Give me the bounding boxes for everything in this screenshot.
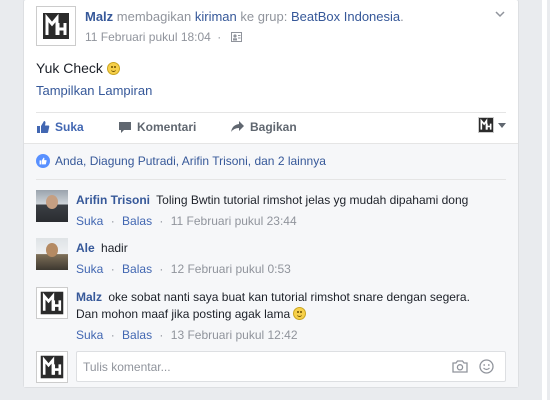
comment-like-link[interactable]: Suka	[76, 262, 103, 276]
meta-dot: ·	[110, 214, 115, 228]
share-button[interactable]: Bagikan	[230, 120, 297, 134]
meta-dot: ·	[159, 262, 164, 276]
commenter-name[interactable]: Arifin Trisoni	[76, 193, 150, 207]
smile-emoji-icon	[106, 62, 120, 75]
action-text: membagikan	[116, 9, 192, 24]
meta-dot: ·	[110, 328, 115, 342]
post-text-content: Yuk Check	[36, 60, 103, 76]
comment-body: Ale hadir	[76, 240, 506, 257]
comment-reply-link[interactable]: Balas	[122, 262, 152, 276]
comment-composer	[36, 351, 506, 383]
meta-dot: ·	[110, 262, 115, 276]
page-identity-switcher[interactable]	[478, 117, 506, 133]
show-attachment-link[interactable]: Tampilkan Lampiran	[36, 83, 152, 98]
privacy-icon[interactable]	[230, 32, 242, 42]
author-name[interactable]: Malz	[85, 9, 113, 24]
comment-text: Toling Bwtin tutorial rimshot jelas yg m…	[156, 193, 469, 207]
likes-summary[interactable]: Anda, Diagung Putradi, Arifin Trisoni, d…	[36, 154, 326, 168]
smile-emoji-icon	[293, 307, 307, 320]
like-label: Suka	[55, 120, 84, 134]
page-avatar	[478, 117, 494, 133]
comment-reply-link[interactable]: Balas	[122, 328, 152, 342]
author-avatar[interactable]	[36, 6, 76, 46]
avatar-figure	[46, 243, 58, 257]
chevron-down-icon[interactable]	[494, 8, 506, 20]
post-header: Malz membagikan kiriman ke grup: BeatBox…	[85, 9, 404, 24]
comment-label: Komentari	[137, 120, 197, 134]
comment-text-line2: Dan mohon maaf jika posting agak lama	[76, 307, 291, 321]
share-icon	[231, 121, 244, 132]
comment-input[interactable]	[76, 351, 506, 382]
scrollbar[interactable]	[542, 0, 550, 400]
emoji-icon[interactable]	[479, 359, 494, 374]
post-text: Yuk Check	[36, 60, 120, 76]
post-timestamp[interactable]: 11 Februari pukul 18:04	[85, 30, 211, 44]
divider	[36, 179, 506, 180]
camera-icon[interactable]	[452, 359, 468, 373]
composer-avatar	[36, 351, 68, 383]
comment-button[interactable]: Komentari	[118, 120, 494, 134]
commenter-avatar[interactable]	[36, 287, 68, 319]
commenter-name[interactable]: Malz	[76, 290, 102, 304]
logo-icon	[40, 291, 64, 315]
shared-post-link[interactable]: kiriman	[195, 9, 237, 24]
divider	[36, 112, 506, 113]
logo-icon	[40, 355, 64, 379]
meta-dot: ·	[159, 214, 164, 228]
comment-text: hadir	[101, 241, 128, 255]
share-label: Bagikan	[250, 120, 297, 134]
comment-time[interactable]: 12 Februari pukul 0:53	[171, 262, 291, 276]
comment-like-link[interactable]: Suka	[76, 328, 103, 342]
comment-meta: Suka · Balas · 13 Februari pukul 12:42	[76, 328, 298, 342]
comment-meta: Suka · Balas · 11 Februari pukul 23:44	[76, 214, 297, 228]
post-meta: 11 Februari pukul 18:04 ·	[85, 30, 242, 44]
likes-others[interactable]: 2 lainnya	[278, 154, 326, 168]
like-icon	[37, 121, 50, 133]
commenter-avatar[interactable]	[36, 238, 68, 270]
logo-icon	[43, 13, 69, 39]
comments-section: Anda, Diagung Putradi, Arifin Trisoni, d…	[24, 143, 518, 387]
commenter-name[interactable]: Ale	[76, 241, 95, 255]
group-link[interactable]: BeatBox Indonesia	[291, 9, 400, 24]
like-button[interactable]: Suka	[36, 120, 84, 134]
group-suffix: .	[400, 9, 404, 24]
comment-like-link[interactable]: Suka	[76, 214, 103, 228]
comment-icon	[119, 122, 131, 133]
group-prefix: ke grup:	[240, 9, 288, 24]
comment-reply-link[interactable]: Balas	[122, 214, 152, 228]
likes-connector: dan	[254, 154, 275, 168]
comment-time[interactable]: 11 Februari pukul 23:44	[171, 214, 297, 228]
meta-separator: ·	[217, 30, 222, 44]
comment-body: Malz oke sobat nanti saya buat kan tutor…	[76, 289, 506, 323]
like-badge-icon	[36, 154, 50, 168]
logo-icon	[479, 118, 493, 132]
comment-meta: Suka · Balas · 12 Februari pukul 0:53	[76, 262, 291, 276]
avatar-figure	[46, 195, 58, 209]
action-bar: Suka Komentari Bagikan	[36, 114, 506, 142]
meta-dot: ·	[159, 328, 164, 342]
comment-time[interactable]: 13 Februari pukul 12:42	[171, 328, 298, 342]
likes-names[interactable]: Anda, Diagung Putradi, Arifin Trisoni,	[55, 154, 251, 168]
comment-text-line1: oke sobat nanti saya buat kan tutorial r…	[108, 290, 470, 304]
comment-body: Arifin Trisoni Toling Bwtin tutorial rim…	[76, 192, 506, 209]
commenter-avatar[interactable]	[36, 190, 68, 222]
caret-down-icon	[498, 122, 506, 128]
post-card: Malz membagikan kiriman ke grup: BeatBox…	[23, 0, 519, 388]
